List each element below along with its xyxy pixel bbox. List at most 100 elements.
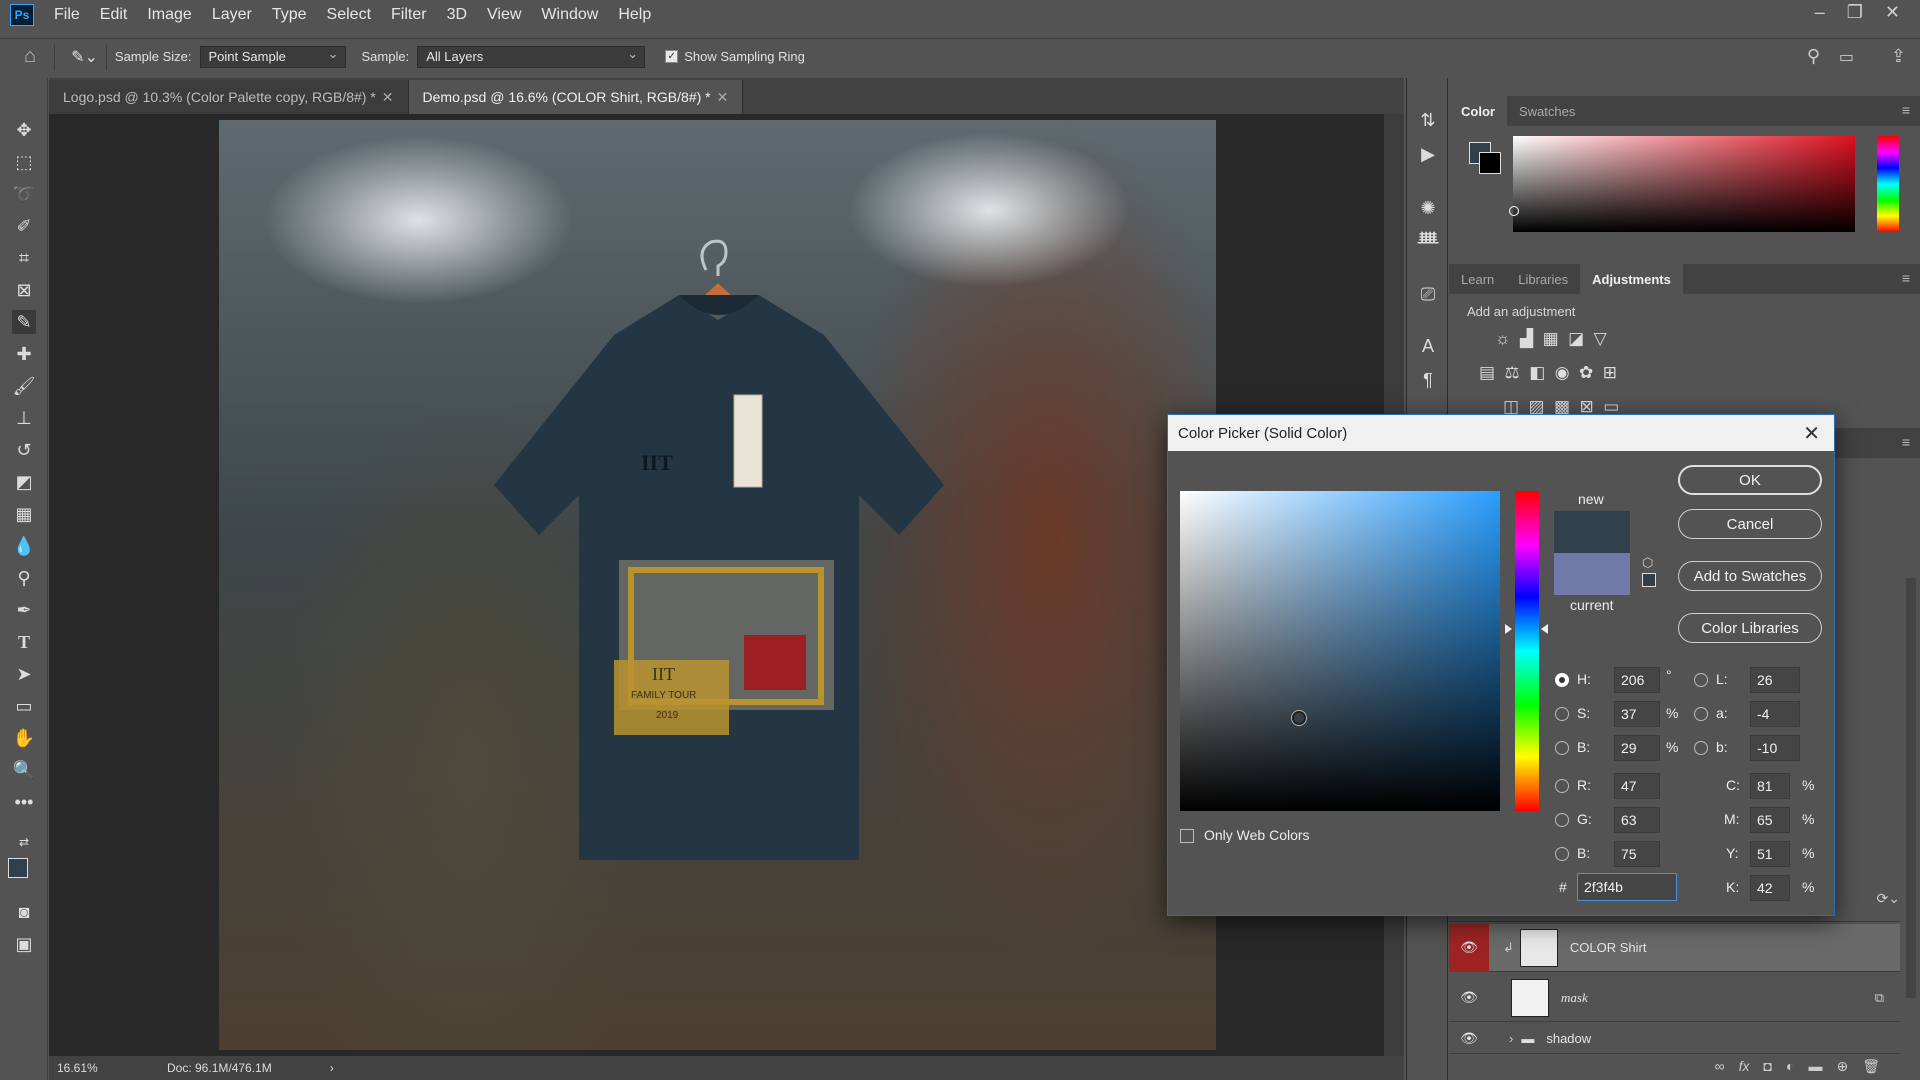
- healing-brush-tool-icon[interactable]: ✚: [12, 342, 36, 366]
- status-expand-icon[interactable]: ›: [330, 1061, 334, 1075]
- sample-dropdown[interactable]: All Layers: [417, 45, 646, 68]
- hue-saturation-icon[interactable]: ▤: [1479, 363, 1495, 382]
- saturation-brightness-field[interactable]: [1180, 491, 1500, 811]
- type-tool-icon[interactable]: T: [12, 630, 36, 654]
- menu-help[interactable]: Help: [608, 0, 661, 30]
- history-brush-tool-icon[interactable]: ↺: [12, 438, 36, 462]
- quick-mask-icon[interactable]: ◙: [12, 900, 36, 924]
- brushes-panel-icon[interactable]: ᚙ: [1416, 230, 1440, 254]
- trash-icon[interactable]: 🗑: [1862, 1058, 1880, 1075]
- stamp-tool-icon[interactable]: ⊥: [12, 406, 36, 430]
- lasso-tool-icon[interactable]: ➰: [12, 182, 36, 206]
- zoom-tool-icon[interactable]: 🔍: [12, 758, 36, 782]
- current-color-swatch[interactable]: [1554, 553, 1630, 595]
- yellow-input[interactable]: 51: [1750, 841, 1790, 867]
- gamut-warning-icon[interactable]: ⬡: [1642, 555, 1653, 571]
- quick-select-tool-icon[interactable]: ✐: [12, 214, 36, 238]
- color-ramp[interactable]: [1513, 136, 1855, 232]
- marquee-tool-icon[interactable]: ⬚: [12, 150, 36, 174]
- close-icon[interactable]: ✕: [1803, 421, 1820, 446]
- panel-menu-icon[interactable]: ≡: [1902, 434, 1910, 450]
- new-layer-icon[interactable]: ⊕: [1836, 1058, 1848, 1075]
- path-select-tool-icon[interactable]: ➤: [12, 662, 36, 686]
- share-icon[interactable]: ⇪: [1891, 46, 1906, 67]
- workspace-icon[interactable]: ▭: [1839, 47, 1854, 67]
- red-input[interactable]: 47: [1614, 773, 1660, 799]
- menu-edit[interactable]: Edit: [90, 0, 138, 30]
- blur-tool-icon[interactable]: 💧: [12, 534, 36, 558]
- curves-icon[interactable]: ▦: [1543, 329, 1559, 348]
- link-icon[interactable]: ∞: [1715, 1058, 1725, 1074]
- brush-settings-icon[interactable]: ✺: [1416, 196, 1440, 220]
- brush-tool-icon[interactable]: 🖌: [12, 374, 36, 398]
- blue-input[interactable]: 75: [1614, 841, 1660, 867]
- menu-3d[interactable]: 3D: [437, 0, 477, 30]
- a-channel-input[interactable]: -4: [1750, 701, 1800, 727]
- rectangle-tool-icon[interactable]: ▭: [12, 694, 36, 718]
- new-group-icon[interactable]: ▬: [1808, 1058, 1822, 1074]
- lightness-input[interactable]: 26: [1750, 667, 1800, 693]
- levels-icon[interactable]: ▟: [1520, 329, 1533, 348]
- pen-tool-icon[interactable]: ✒: [12, 598, 36, 622]
- eye-icon[interactable]: 👁: [1449, 1030, 1489, 1047]
- lightness-radio[interactable]: [1694, 673, 1708, 687]
- paragraph-panel-icon[interactable]: ¶: [1416, 368, 1440, 392]
- cyan-input[interactable]: 81: [1750, 773, 1790, 799]
- green-input[interactable]: 63: [1614, 807, 1660, 833]
- layer-name[interactable]: shadow: [1546, 1031, 1591, 1046]
- exposure-icon[interactable]: ◪: [1568, 329, 1584, 348]
- b-channel-input[interactable]: -10: [1750, 735, 1800, 761]
- menu-window[interactable]: Window: [531, 0, 608, 30]
- tab-logo-psd[interactable]: Logo.psd @ 10.3% (Color Palette copy, RG…: [49, 80, 409, 114]
- brightness-icon[interactable]: ☼: [1495, 329, 1511, 348]
- add-to-swatches-button[interactable]: Add to Swatches: [1678, 561, 1822, 591]
- fx-icon[interactable]: fx: [1739, 1058, 1750, 1074]
- layer-row[interactable]: 👁 ↲ COLOR Shirt: [1449, 923, 1900, 972]
- vibrance-icon[interactable]: ▽: [1594, 329, 1607, 348]
- channel-mixer-icon[interactable]: ✿: [1579, 363, 1593, 382]
- clone-source-icon[interactable]: ⎚: [1416, 282, 1440, 306]
- eyedropper-preset-icon[interactable]: ✎⌄: [71, 47, 98, 67]
- panel-menu-icon[interactable]: ≡: [1902, 102, 1910, 118]
- layer-row[interactable]: 👁 mask ⧉: [1449, 974, 1900, 1022]
- brightness-radio[interactable]: [1555, 741, 1569, 755]
- layer-name[interactable]: mask: [1561, 990, 1588, 1006]
- checkbox-checked-icon[interactable]: ✓: [665, 50, 679, 63]
- add-mask-icon[interactable]: ◘: [1764, 1058, 1772, 1074]
- photo-filter-icon[interactable]: ◉: [1555, 363, 1570, 382]
- character-panel-icon[interactable]: A: [1416, 334, 1440, 358]
- search-icon[interactable]: ⚲: [1807, 46, 1820, 67]
- foreground-color-swatch[interactable]: [8, 858, 28, 878]
- layer-name[interactable]: COLOR Shirt: [1570, 940, 1647, 955]
- a-channel-radio[interactable]: [1694, 707, 1708, 721]
- menu-file[interactable]: File: [44, 0, 90, 30]
- red-radio[interactable]: [1555, 779, 1569, 793]
- crop-tool-icon[interactable]: ⌗: [12, 246, 36, 270]
- hand-tool-icon[interactable]: ✋: [12, 726, 36, 750]
- menu-type[interactable]: Type: [262, 0, 317, 30]
- black-input[interactable]: 42: [1750, 875, 1790, 901]
- restore-icon[interactable]: ❐: [1847, 2, 1863, 23]
- hue-strip[interactable]: [1877, 136, 1899, 232]
- document-canvas[interactable]: IIT IIT FAMILY TOUR 2019: [219, 120, 1216, 1050]
- layers-scrollbar[interactable]: [1906, 578, 1916, 998]
- link-layers-toggle-icon[interactable]: ⟳⌄: [1877, 890, 1900, 907]
- panel-bg-swatch[interactable]: [1479, 152, 1501, 174]
- move-tool-icon[interactable]: ✥: [12, 118, 36, 142]
- magenta-input[interactable]: 65: [1750, 807, 1790, 833]
- black-white-icon[interactable]: ◧: [1529, 363, 1545, 382]
- eraser-tool-icon[interactable]: ◩: [12, 470, 36, 494]
- history-panel-icon[interactable]: ⇅: [1416, 108, 1440, 132]
- sample-size-dropdown[interactable]: Point Sample: [199, 45, 346, 68]
- hue-radio[interactable]: [1555, 673, 1569, 687]
- close-tab-icon[interactable]: ✕: [717, 89, 729, 106]
- brightness-input[interactable]: 29: [1614, 735, 1660, 761]
- swap-colors-icon[interactable]: ⇄: [12, 830, 36, 854]
- color-balance-icon[interactable]: ⚖: [1505, 363, 1520, 382]
- tab-learn[interactable]: Learn: [1449, 264, 1506, 294]
- tab-color[interactable]: Color: [1449, 96, 1507, 126]
- only-web-colors-checkbox[interactable]: [1180, 829, 1194, 843]
- color-libraries-button[interactable]: Color Libraries: [1678, 613, 1822, 643]
- eyedropper-tool-icon[interactable]: ✎: [12, 310, 36, 334]
- tab-libraries[interactable]: Libraries: [1506, 264, 1580, 294]
